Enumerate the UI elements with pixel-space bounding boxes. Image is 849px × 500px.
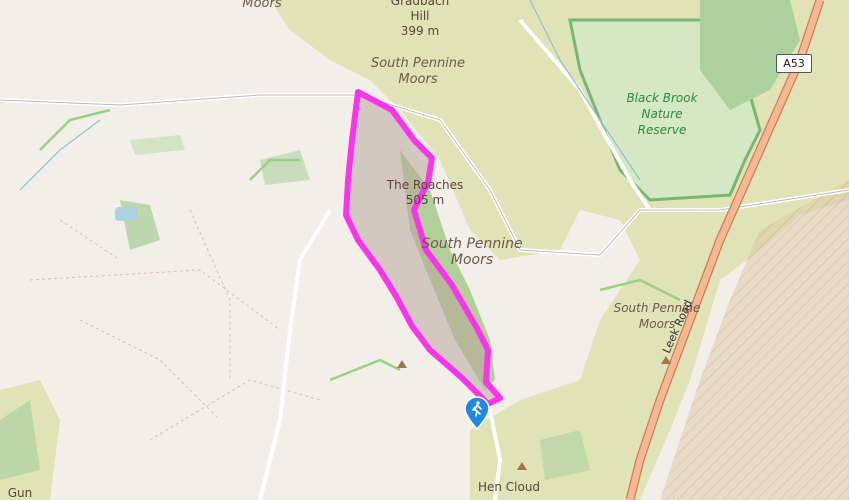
roaches-name: The Roaches [386, 178, 464, 192]
spm2-line1: South Pennine [421, 236, 523, 252]
roaches-height: 505 m [405, 193, 445, 207]
peak-triangle-icon [397, 360, 407, 368]
gradbach-name: Gradbach [390, 0, 450, 8]
map-canvas[interactable]: Moors Gradbach Hill 399 m South Pennine … [0, 0, 849, 500]
nature-reserve-label: Black Brook Nature Reserve [626, 90, 697, 138]
road-shield-a53: A53 [776, 54, 812, 73]
nature-line1: Black Brook [626, 91, 698, 105]
roaches-label: The Roaches 505 m [387, 178, 463, 208]
spm1-line1: South Pennine [370, 56, 466, 71]
hen-cloud-label: Hen Cloud [477, 480, 541, 494]
spm1-line2: Moors [398, 72, 438, 87]
gradbach-height: 399 m [400, 24, 440, 38]
hiker-pin-icon[interactable] [463, 396, 491, 430]
label-moors-top: Moors [242, 0, 282, 11]
south-pennine-label-2: South Pennine Moors [421, 236, 522, 268]
nature-line2: Nature [641, 107, 683, 121]
spm2-line2: Moors [450, 252, 494, 268]
gradbach-hill: Hill [410, 9, 430, 23]
gun-label: Gun [7, 486, 33, 500]
nature-line3: Reserve [637, 123, 687, 137]
south-pennine-label-1: South Pennine Moors [371, 56, 465, 88]
gradbach-label: Gradbach Hill 399 m [391, 0, 449, 39]
